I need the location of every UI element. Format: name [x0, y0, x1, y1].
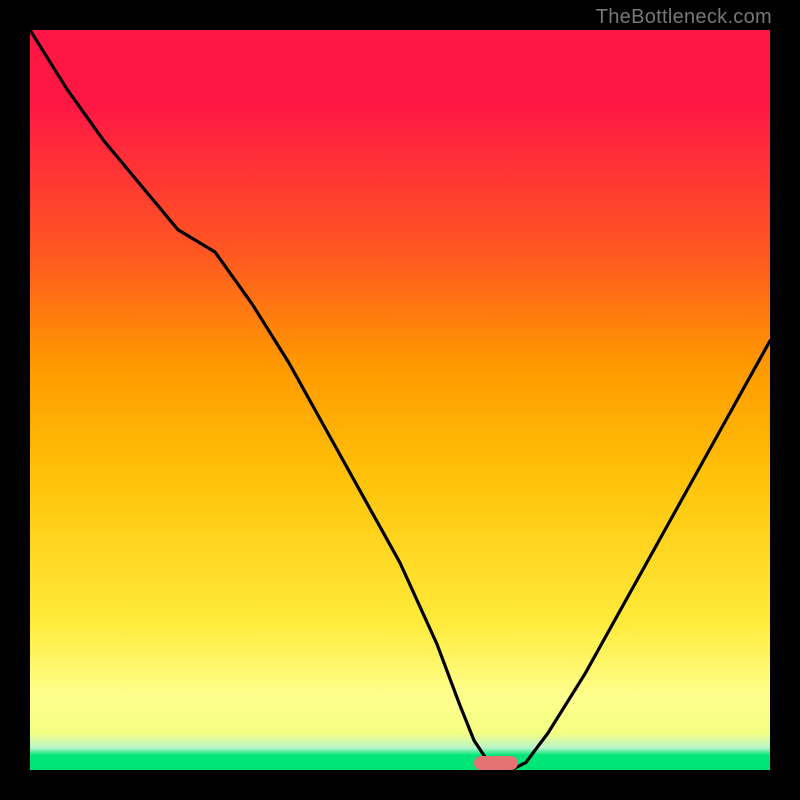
chart-frame: TheBottleneck.com — [0, 0, 800, 800]
bottleneck-curve — [30, 30, 770, 770]
curve-path — [30, 30, 770, 770]
watermark-text: TheBottleneck.com — [596, 6, 772, 29]
plot-area — [30, 30, 770, 770]
optimal-marker — [474, 756, 518, 770]
